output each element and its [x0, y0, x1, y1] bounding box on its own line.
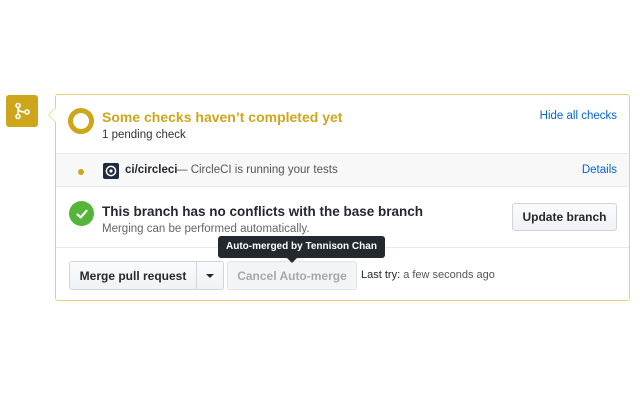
update-branch-button[interactable]: Update branch	[512, 203, 617, 231]
pending-status-icon	[68, 108, 94, 134]
check-name: ci/circleci	[125, 164, 178, 176]
pending-dot-icon	[78, 169, 84, 175]
cancel-auto-merge-button[interactable]: Cancel Auto-merge	[227, 261, 357, 290]
last-try-status: Last try: a few seconds ago	[361, 269, 495, 281]
conflicts-title: This branch has no conflicts with the ba…	[102, 204, 424, 219]
git-merge-icon	[15, 102, 30, 120]
conflicts-subtitle: Merging can be performed automatically.	[102, 223, 310, 235]
status-check-row: ci/circleci — CircleCI is running your t…	[56, 153, 629, 187]
checks-subtitle: 1 pending check	[102, 129, 186, 141]
check-details-link[interactable]: Details	[582, 164, 617, 176]
auto-merge-tooltip: Auto-merged by Tennison Chan	[218, 236, 385, 258]
last-try-value: a few seconds ago	[403, 269, 495, 281]
check-description: — CircleCI is running your tests	[176, 164, 338, 176]
merge-pull-request-button[interactable]: Merge pull request	[69, 261, 197, 290]
last-try-label: Last try:	[361, 269, 401, 281]
checks-title: Some checks haven’t completed yet	[102, 109, 343, 125]
merge-status-panel: Some checks haven’t completed yet 1 pend…	[48, 94, 630, 301]
hide-all-checks-link[interactable]: Hide all checks	[540, 110, 617, 122]
check-circle-icon	[69, 201, 94, 226]
checks-summary: Some checks haven’t completed yet 1 pend…	[56, 95, 629, 153]
git-merge-badge	[6, 95, 38, 127]
merge-method-dropdown[interactable]	[196, 261, 224, 290]
caret-down-icon	[206, 273, 214, 278]
circleci-logo-icon	[103, 163, 119, 179]
tooltip-arrow	[287, 258, 297, 263]
